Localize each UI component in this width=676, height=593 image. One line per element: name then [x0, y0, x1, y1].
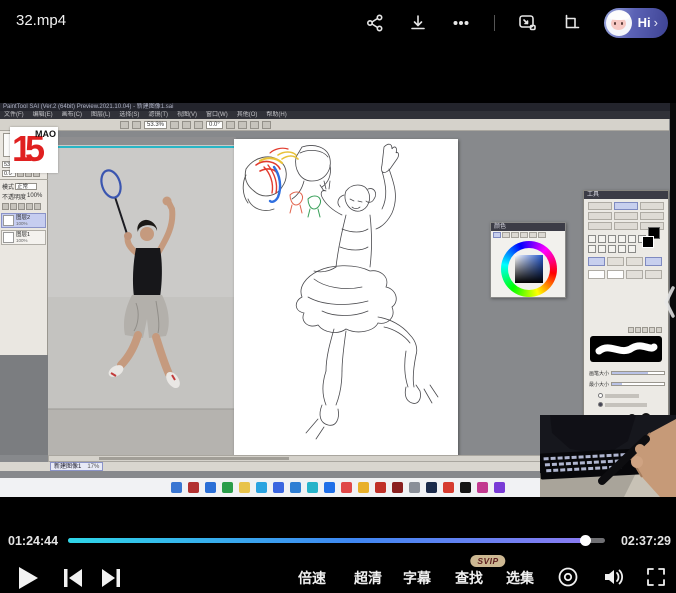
brush-row	[584, 255, 668, 268]
hi-label: Hi	[638, 15, 651, 30]
taskbar-app-icon	[375, 482, 386, 493]
sai-opacity-value: 100%	[27, 193, 42, 199]
taskbar-app-icon	[273, 482, 284, 493]
brush-row	[584, 268, 668, 281]
sai-opacity-label: 不透明度	[2, 192, 26, 201]
watermark: 15 MAO	[10, 127, 58, 173]
taskbar-app-icon	[256, 482, 267, 493]
playlist-drawer-handle[interactable]	[663, 285, 675, 324]
more-icon[interactable]	[451, 13, 471, 33]
taskbar-app-icon	[494, 482, 505, 493]
tools-panel-title: 工具	[584, 191, 668, 199]
fullscreen-icon[interactable]	[645, 566, 667, 588]
watermark-brand: MAO	[35, 129, 56, 139]
avatar	[606, 10, 632, 36]
sai-mode-value: 正常	[15, 183, 37, 190]
taskbar-app-icon	[222, 482, 233, 493]
chevron-right-icon: ›	[654, 15, 658, 30]
progress-row: 01:24:44 02:37:29	[0, 533, 676, 549]
speed-button[interactable]: 倍速	[298, 568, 326, 588]
download-icon[interactable]	[408, 13, 428, 33]
saturation-value-box	[515, 255, 543, 283]
play-button[interactable]	[16, 565, 40, 593]
taskbar-app-icon	[290, 482, 301, 493]
topbar-actions: Hi ›	[365, 0, 668, 45]
background-color-swatch	[642, 236, 654, 248]
sai-left-panel-lower	[0, 355, 48, 455]
canvas-hscrollbar	[48, 455, 560, 462]
sai-toolbar: 53.3% 0.0°	[0, 119, 669, 131]
video-surface[interactable]: PaintTool SAI (Ver.2 (64bit) Preview.202…	[0, 45, 676, 525]
sai-menu-item: 编辑(E)	[33, 111, 53, 119]
taskbar-app-icon	[392, 482, 403, 493]
player-topbar: 32.mp4 Hi ›	[0, 0, 676, 45]
target-circle-icon[interactable]	[557, 566, 579, 588]
min-size-label: 最小大小	[589, 381, 609, 388]
sai-layer-row: 图层1100%	[1, 230, 46, 245]
color-panel-tabs	[491, 231, 565, 239]
sai-menu-item: 窗口(W)	[206, 111, 228, 119]
sai-rotate-value: 0.0°	[206, 121, 223, 129]
quality-button[interactable]: 超清	[354, 568, 382, 588]
video-frame: PaintTool SAI (Ver.2 (64bit) Preview.202…	[0, 103, 676, 497]
mini-player-icon[interactable]	[518, 13, 538, 33]
sai-menu-item: 其他(O)	[237, 111, 258, 119]
taskbar-app-icon	[239, 482, 250, 493]
previous-button[interactable]	[62, 568, 84, 593]
document-tab: 新建图像1 17%	[50, 462, 103, 471]
sai-mode-label: 模式	[2, 182, 14, 191]
total-time: 02:37:29	[621, 534, 671, 548]
sai-color-panel: 颜色	[490, 222, 566, 298]
sai-titlebar: PaintTool SAI (Ver.2 (64bit) Preview.202…	[0, 103, 676, 111]
color-swatches	[642, 227, 662, 249]
topbar-divider	[494, 15, 495, 31]
taskbar-app-icon	[324, 482, 335, 493]
brush-stroke-preview	[590, 336, 662, 362]
taskbar-app-icon	[358, 482, 369, 493]
sai-menubar: 文件(F) 编辑(E) 画布(C) 图层(L) 选择(S) 滤镜(T) 视图(V…	[0, 111, 676, 119]
sai-status-row: 新建图像1 17%	[0, 462, 583, 471]
subtitles-button[interactable]: 字幕	[403, 568, 431, 588]
taskbar-app-icon	[307, 482, 318, 493]
taskbar-app-icon	[426, 482, 437, 493]
sai-zoom-value: 53.3%	[144, 121, 167, 129]
taskbar-app-icon	[188, 482, 199, 493]
taskbar-app-icon	[171, 482, 182, 493]
episodes-button[interactable]: 选集	[506, 568, 534, 588]
crop-icon[interactable]	[561, 13, 581, 33]
color-panel-title: 颜色	[491, 223, 565, 231]
find-button[interactable]: 查找	[455, 568, 483, 588]
taskbar-app-icon	[477, 482, 488, 493]
progress-handle[interactable]	[580, 535, 591, 546]
sai-menu-item: 文件(F)	[4, 111, 24, 119]
sai-menu-item: 滤镜(T)	[148, 111, 168, 119]
sai-menu-item: 选择(S)	[119, 111, 139, 119]
taskbar-app-icon	[409, 482, 420, 493]
hi-account-button[interactable]: Hi ›	[604, 8, 668, 38]
svip-badge: SVIP	[470, 555, 505, 567]
sai-menu-item: 画布(C)	[62, 111, 82, 119]
taskbar-app-icon	[443, 482, 454, 493]
drawing-canvas	[234, 139, 458, 456]
taskbar-app-icon	[341, 482, 352, 493]
next-button[interactable]	[100, 568, 122, 593]
video-title: 32.mp4	[16, 12, 66, 29]
video-player: 32.mp4 Hi ›	[0, 0, 676, 593]
brush-options-buttons	[628, 327, 662, 333]
sai-menu-item: 视图(V)	[177, 111, 197, 119]
sai-menu-item: 帮助(H)	[266, 111, 286, 119]
progress-bar[interactable]	[68, 538, 605, 543]
sai-layer-row: 图层2100%	[1, 213, 46, 228]
reference-photo	[48, 137, 236, 455]
controls-row: 倍速 超清 字幕 查找 SVIP 选集	[0, 556, 676, 593]
webcam-overlay	[540, 415, 676, 497]
taskbar-app-icon	[205, 482, 216, 493]
progress-fill	[68, 538, 586, 543]
taskbar-app-icon	[460, 482, 471, 493]
sai-menu-item: 图层(L)	[91, 111, 110, 119]
share-icon[interactable]	[365, 13, 385, 33]
volume-icon[interactable]	[602, 566, 624, 588]
current-time: 01:24:44	[8, 534, 58, 548]
brush-size-label: 画笔大小	[589, 370, 609, 377]
